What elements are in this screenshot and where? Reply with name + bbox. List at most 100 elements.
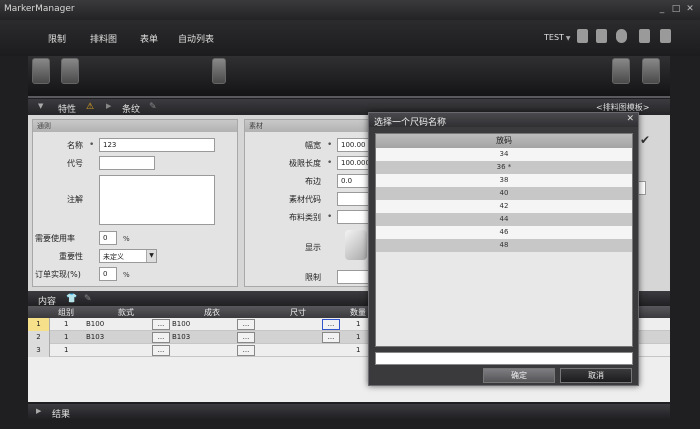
material-code-field[interactable] bbox=[337, 192, 369, 206]
results-header: ▶ 结果 bbox=[28, 404, 670, 420]
material-group: 素材 幅宽 • 100.00 极限长度 • 100.000 布边 0.0 素材代… bbox=[244, 119, 369, 287]
maximize-button[interactable]: □ bbox=[670, 4, 682, 14]
cell-group: 1 bbox=[64, 320, 69, 328]
results-title: 结果 bbox=[52, 410, 71, 420]
general-group-title: 通则 bbox=[33, 120, 237, 132]
minimize-button[interactable]: _ bbox=[656, 4, 668, 14]
menu-item-forms[interactable]: 表单 bbox=[140, 32, 158, 45]
pencil-icon[interactable]: ✎ bbox=[149, 102, 157, 112]
size-option[interactable]: 40 bbox=[376, 187, 632, 200]
order-label: 订单实现(%) bbox=[35, 270, 81, 279]
check-icon: ✔ bbox=[640, 133, 651, 147]
help-icon[interactable] bbox=[660, 29, 671, 43]
material-code-label: 素材代码 bbox=[289, 195, 321, 204]
cell-quantity[interactable]: 1 bbox=[356, 320, 360, 328]
cell-style[interactable]: B100 bbox=[86, 320, 104, 328]
fabric-type-label: 布料类别 bbox=[289, 213, 321, 222]
column-style[interactable]: 款式 bbox=[118, 307, 134, 318]
column-size[interactable]: 尺寸 bbox=[290, 307, 306, 318]
notes-label: 注解 bbox=[67, 195, 83, 204]
clipboard-icon[interactable] bbox=[596, 29, 607, 43]
size-option[interactable]: 38 bbox=[376, 174, 632, 187]
general-group: 通则 名称 • 123 代号 注解 需要使用率 0 % 重要性 未定义 ▼ 订单… bbox=[32, 119, 238, 287]
cell-garment[interactable]: B100 bbox=[172, 320, 190, 328]
title-bar: MarkerManager _ □ ✕ bbox=[0, 0, 700, 20]
menu-bar: 限制 排料图 表单 自动列表 TEST ▼ bbox=[0, 20, 700, 56]
cell-quantity[interactable]: 1 bbox=[356, 346, 360, 354]
width-field[interactable]: 100.00 bbox=[337, 138, 369, 152]
code-field[interactable] bbox=[99, 156, 155, 170]
notes-field[interactable] bbox=[99, 175, 215, 225]
tab-stripes[interactable]: 条纹 bbox=[122, 102, 140, 115]
code-label: 代号 bbox=[67, 159, 83, 168]
menu-item-limits[interactable]: 限制 bbox=[48, 32, 66, 45]
ok-button[interactable]: 确定 bbox=[483, 368, 555, 383]
browse-garment-button[interactable]: ... bbox=[237, 332, 255, 343]
book-icon[interactable] bbox=[639, 29, 650, 43]
user-name: TEST bbox=[544, 33, 564, 42]
size-list: 放码 34 36 * 38 40 42 44 46 48 bbox=[375, 133, 633, 347]
priority-select[interactable]: 未定义 ▼ bbox=[99, 249, 157, 263]
limit-field[interactable] bbox=[337, 270, 369, 284]
row-number: 3 bbox=[28, 344, 50, 357]
pencil-icon[interactable]: ✎ bbox=[84, 294, 92, 304]
required-marker: • bbox=[89, 140, 95, 150]
document-icon[interactable] bbox=[577, 29, 588, 43]
info-icon[interactable] bbox=[616, 29, 627, 43]
usage-label: 需要使用率 bbox=[35, 234, 75, 243]
side-field[interactable] bbox=[638, 181, 646, 195]
cell-group: 1 bbox=[64, 346, 69, 354]
size-option[interactable]: 36 * bbox=[376, 161, 632, 174]
column-group[interactable]: 组别 bbox=[58, 307, 74, 318]
cell-style[interactable]: B103 bbox=[86, 333, 104, 341]
edge-label: 布边 bbox=[305, 177, 321, 186]
new-marker-icon[interactable] bbox=[32, 58, 50, 84]
name-label: 名称 bbox=[67, 141, 83, 150]
max-length-field[interactable]: 100.000 bbox=[337, 156, 369, 170]
size-column-header: 放码 bbox=[376, 134, 632, 148]
nest-icon[interactable] bbox=[612, 58, 630, 84]
tab-properties[interactable]: 特性 bbox=[58, 102, 76, 115]
order-field[interactable]: 0 bbox=[99, 267, 117, 281]
browse-garment-button[interactable]: ... bbox=[237, 345, 255, 356]
usage-field[interactable]: 0 bbox=[99, 231, 117, 245]
menu-item-marker[interactable]: 排料图 bbox=[90, 32, 117, 45]
close-icon[interactable]: ✕ bbox=[626, 114, 634, 124]
browse-garment-button[interactable]: ... bbox=[237, 319, 255, 330]
arrow-right-icon[interactable]: ▶ bbox=[36, 407, 41, 415]
cell-garment[interactable]: B103 bbox=[172, 333, 190, 341]
browse-style-button[interactable]: ... bbox=[152, 319, 170, 330]
browse-style-button[interactable]: ... bbox=[152, 332, 170, 343]
user-menu[interactable]: TEST ▼ bbox=[544, 33, 571, 42]
size-option[interactable]: 42 bbox=[376, 200, 632, 213]
size-option[interactable]: 34 bbox=[376, 148, 632, 161]
size-name-input[interactable] bbox=[375, 352, 633, 365]
browse-size-button[interactable]: ... bbox=[322, 319, 340, 330]
width-label: 幅宽 bbox=[305, 141, 321, 150]
close-window-button[interactable]: ✕ bbox=[684, 4, 696, 14]
fabric-type-field[interactable] bbox=[337, 210, 369, 224]
size-option[interactable]: 48 bbox=[376, 239, 632, 252]
chevron-down-icon[interactable]: ▼ bbox=[146, 250, 156, 262]
edge-field[interactable]: 0.0 bbox=[337, 174, 369, 188]
material-group-title: 素材 bbox=[245, 120, 368, 132]
limit-label: 限制 bbox=[305, 273, 321, 282]
cancel-button[interactable]: 取消 bbox=[560, 368, 632, 383]
usage-unit: % bbox=[123, 235, 130, 243]
column-garment[interactable]: 成衣 bbox=[204, 307, 220, 318]
open-marker-icon[interactable] bbox=[61, 58, 79, 84]
browse-size-button[interactable]: ... bbox=[322, 332, 340, 343]
column-quantity[interactable]: 数量 bbox=[350, 307, 366, 318]
browse-style-button[interactable]: ... bbox=[152, 345, 170, 356]
warning-icon: ⚠ bbox=[86, 102, 95, 112]
name-field[interactable]: 123 bbox=[99, 138, 215, 152]
required-marker: • bbox=[327, 140, 333, 150]
size-option[interactable]: 46 bbox=[376, 226, 632, 239]
export-icon[interactable] bbox=[642, 58, 660, 84]
menu-item-auto-list[interactable]: 自动列表 bbox=[178, 32, 214, 45]
cell-quantity[interactable]: 1 bbox=[356, 333, 360, 341]
collapse-icon[interactable]: ▼ bbox=[38, 102, 43, 110]
clipboard-list-icon[interactable] bbox=[212, 58, 226, 84]
size-option[interactable]: 44 bbox=[376, 213, 632, 226]
app-title: MarkerManager bbox=[4, 4, 75, 14]
